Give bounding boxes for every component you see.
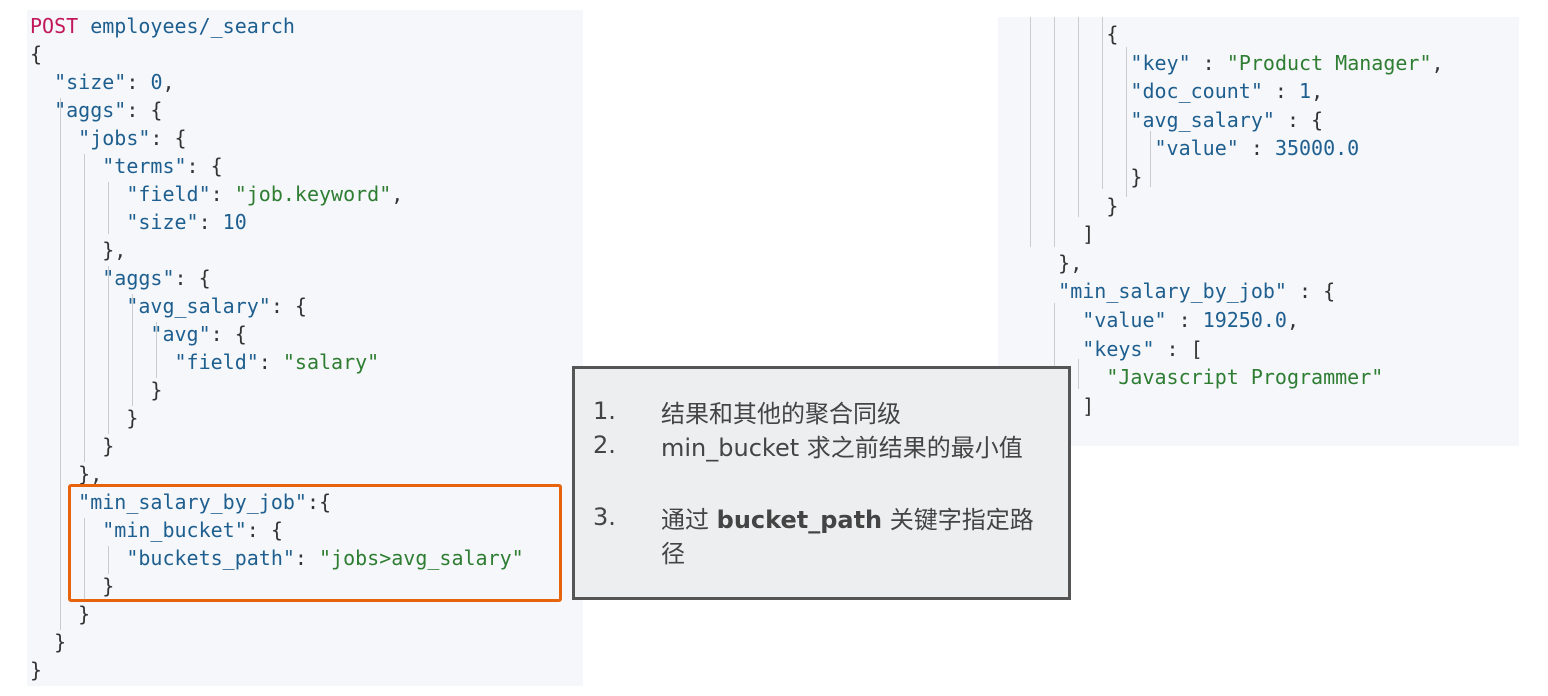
indent-guide: [60, 98, 61, 630]
code-line: "aggs": {: [102, 266, 211, 290]
indent-guide: [156, 322, 157, 378]
code-line: "terms": {: [102, 154, 223, 178]
indent-guide: [84, 154, 85, 462]
code-line: ]: [1010, 222, 1095, 247]
indent-guide: [108, 266, 109, 434]
note-number: 3.: [593, 503, 616, 531]
code-line: }: [1010, 193, 1119, 218]
code-line: "size": 10: [126, 210, 247, 234]
code-line: },: [30, 238, 127, 262]
indent-guide: [1054, 17, 1055, 247]
note-text-pre: 通过: [661, 506, 717, 534]
code-line: },: [1010, 250, 1083, 275]
code-line: "aggs": {: [54, 98, 163, 122]
note-number: 2.: [593, 431, 616, 459]
indent-guide: [1078, 359, 1079, 389]
request-endpoint: employees/_search: [90, 14, 295, 38]
code-line: "keys" : [: [1082, 336, 1203, 361]
indent-guide: [1102, 17, 1103, 189]
indent-guide: [132, 294, 133, 406]
code-line: "avg": {: [150, 322, 247, 346]
code-line: "avg_salary": {: [126, 294, 307, 318]
indent-guide: [1150, 131, 1151, 187]
code-line: "size": 0,: [54, 70, 175, 94]
request-line: POST employees/_search: [30, 12, 295, 40]
indent-guide: [1030, 17, 1031, 247]
code-line: "doc_count" : 1,: [1130, 79, 1324, 104]
code-line: "key" : "Product Manager",: [1130, 50, 1444, 75]
code-line: "value" : 35000.0: [1154, 136, 1360, 161]
code-line: }: [30, 434, 115, 458]
indent-guide: [1078, 17, 1079, 217]
code-line: "field": "job.keyword",: [126, 182, 404, 206]
note-text: 通过 bucket_path 关键字指定路径: [661, 503, 1051, 571]
explanation-callout: 1. 结果和其他的聚合同级 2. min_bucket 求之前结果的最小值 3.…: [572, 366, 1071, 600]
code-line: }: [30, 630, 67, 654]
code-line: "min_salary_by_job" : {: [1058, 279, 1336, 304]
note-number: 1.: [593, 397, 616, 425]
code-line: "jobs": {: [78, 126, 187, 150]
code-line: "field": "salary": [174, 350, 380, 374]
indent-guide: [1126, 47, 1127, 197]
code-line: "avg_salary" : {: [1130, 107, 1324, 132]
note-keyword: bucket_path: [716, 506, 883, 534]
note-text: min_bucket 求之前结果的最小值: [661, 434, 1023, 462]
min-bucket-highlight-box: [68, 484, 562, 602]
indent-guide: [108, 182, 109, 234]
response-code-panel: { "key" : "Product Manager", "doc_count"…: [998, 17, 1519, 446]
code-line: }: [30, 658, 43, 682]
code-line: }: [30, 378, 163, 402]
note-text: 结果和其他的聚合同级: [661, 400, 901, 428]
http-method: POST: [30, 14, 79, 38]
code-line: {: [30, 42, 43, 66]
